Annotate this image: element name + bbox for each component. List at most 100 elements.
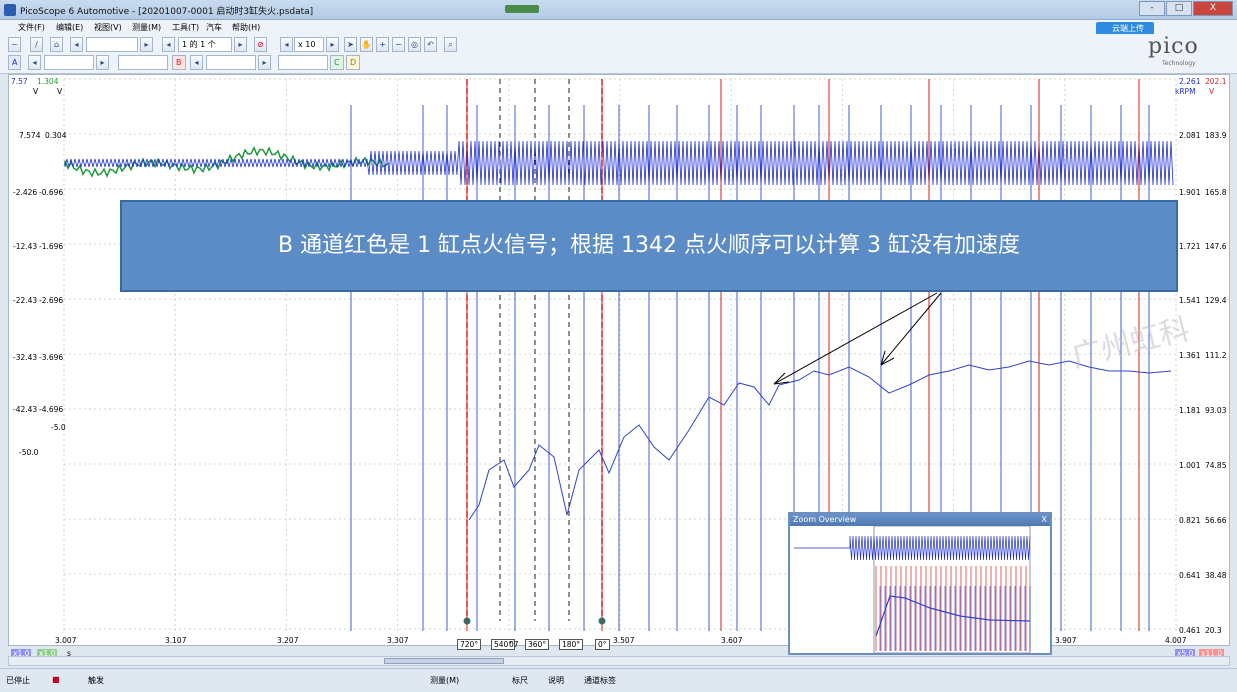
zoom-fit-icon[interactable]: ◎ (408, 37, 421, 52)
zoom-next-icon[interactable]: ▸ (326, 37, 339, 52)
menu-view[interactable]: 视图(V) (94, 22, 122, 33)
home-icon[interactable]: ⌂ (50, 37, 63, 52)
channel-c-trace (64, 146, 390, 178)
zoom-prev-icon[interactable]: ◂ (280, 37, 293, 52)
next-arrow-icon[interactable]: ▸ (140, 37, 153, 52)
right-unit-a: kRPM (1175, 87, 1196, 96)
close-icon[interactable]: X (1042, 514, 1047, 526)
menu-help[interactable]: 帮助(H) (232, 22, 260, 33)
ruler-overlap-text: 07 (509, 640, 519, 649)
right-tick-v: 111.2 (1205, 351, 1227, 360)
ruler-label-0[interactable]: 0° (595, 639, 610, 650)
wave-icon[interactable]: ~ (8, 37, 21, 52)
left-unit-b: V (57, 87, 63, 96)
minimize-button[interactable]: - (1139, 1, 1165, 16)
right-tick-v: 20.3 (1205, 626, 1222, 635)
zoom-overview-plot[interactable] (790, 525, 1050, 654)
zoom-overview-window[interactable]: Zoom Overview X (788, 512, 1052, 655)
right-axis-b-top: 202.1 (1205, 77, 1227, 86)
stop-button[interactable]: ■ (52, 675, 60, 684)
left-axis-a-top: 7.57 (11, 77, 28, 86)
left-axis-b-top: 1.304 (37, 77, 59, 86)
logo-text: pico (1148, 34, 1199, 59)
menu-edit[interactable]: 编辑(E) (56, 22, 83, 33)
zoom-factor: x 10 (294, 37, 324, 52)
left-tick-extra: -50.0 (19, 448, 39, 457)
ch-a-next-icon[interactable]: ▸ (96, 55, 109, 70)
right-tick-v: 38.48 (1205, 571, 1227, 580)
channel-labels-label[interactable]: 通道标签 (584, 675, 616, 686)
scrollbar-thumb[interactable] (384, 658, 504, 664)
pointer-icon[interactable]: ➤ (344, 37, 357, 52)
channel-a-button[interactable]: A (8, 55, 22, 70)
menu-auto[interactable]: 汽车 (206, 22, 222, 33)
probe-icon[interactable]: / (30, 37, 43, 52)
ch-b-prev-icon[interactable]: ◂ (190, 55, 203, 70)
left-tick-a: -42.43 (13, 405, 38, 414)
buffer-prev-icon[interactable]: ◂ (162, 37, 175, 52)
ruler-label-180[interactable]: 180° (559, 639, 584, 650)
left-tick-extra: -5.0 (51, 423, 66, 432)
zoom-in-icon[interactable]: + (376, 37, 389, 52)
right-tick-v: 93.03 (1205, 406, 1227, 415)
menu-measure[interactable]: 测量(M) (132, 22, 161, 33)
menu-file[interactable]: 文件(F) (18, 22, 45, 33)
left-tick-b: -2.696 (39, 296, 64, 305)
channel-d-button[interactable]: D (346, 55, 361, 70)
ch-b-coupling[interactable] (278, 55, 328, 70)
timebase-select[interactable] (86, 37, 138, 52)
x-tick: 3.007 (55, 636, 77, 645)
close-button[interactable]: X (1193, 1, 1233, 16)
right-tick-rpm: 1.001 (1179, 461, 1201, 470)
ch-a-prev-icon[interactable]: ◂ (28, 55, 41, 70)
undo-zoom-icon[interactable]: ↶ (424, 37, 437, 52)
annotation-callout: B 通道红色是 1 缸点火信号；根据 1342 点火顺序可以计算 3 缸没有加速… (120, 200, 1178, 292)
zoom-overview-icon[interactable]: ⌕ (444, 37, 457, 52)
toolbar: ~ / ⌂ ◂ ▸ ◂ 1 的 1 个 ▸ ⊘ ◂ x 10 ▸ ➤ ✋ + −… (0, 34, 1237, 74)
x-tick: 3.907 (1055, 636, 1077, 645)
zoom-rpm-trace (875, 595, 1031, 637)
ch-a-coupling[interactable] (118, 55, 168, 70)
left-tick-b: -3.696 (39, 353, 64, 362)
trigger-label[interactable]: 触发 (88, 675, 104, 686)
hand-icon[interactable]: ✋ (360, 37, 373, 52)
left-tick-a: 7.574 (19, 131, 41, 140)
pico-logo: pico Technology (1148, 34, 1199, 67)
ruler-label-360[interactable]: 360° (525, 639, 550, 650)
left-tick-b: -4.696 (39, 405, 64, 414)
ruler-label-720[interactable]: 720° (457, 639, 482, 650)
right-tick-v: 165.8 (1205, 188, 1227, 197)
right-tick-v: 147.6 (1205, 242, 1227, 251)
horizontal-scrollbar[interactable] (8, 656, 1230, 666)
right-tick-rpm: 0.821 (1179, 516, 1201, 525)
measure-label[interactable]: 测量(M) (430, 675, 459, 686)
right-tick-v: 183.9 (1205, 131, 1227, 140)
x-tick: 3.607 (721, 636, 743, 645)
right-tick-v: 56.66 (1205, 516, 1227, 525)
stop-icon[interactable]: ⊘ (254, 37, 267, 52)
ruler-label[interactable]: 标尺 (512, 675, 528, 686)
notes-label[interactable]: 说明 (548, 675, 564, 686)
ch-a-range[interactable] (44, 55, 94, 70)
zoom-out-icon[interactable]: − (392, 37, 405, 52)
left-tick-b: -0.696 (39, 188, 64, 197)
zoom-overview-header[interactable]: Zoom Overview X (790, 514, 1050, 526)
left-tick-b: -1.696 (39, 242, 64, 251)
stopped-label: 已停止 (6, 676, 30, 685)
buffer-next-icon[interactable]: ▸ (234, 37, 247, 52)
ch-b-range[interactable] (206, 55, 256, 70)
title-bar: PicoScope 6 Automotive - [20201007-0001 … (0, 0, 1237, 20)
ch-b-next-icon[interactable]: ▸ (258, 55, 271, 70)
status-bar: 已停止 ■ 触发 测量(M) 标尺 说明 通道标签 (0, 668, 1237, 692)
right-tick-rpm: 0.641 (1179, 571, 1201, 580)
channel-c-button[interactable]: C (330, 55, 344, 70)
right-axis-a-top: 2.261 (1179, 77, 1201, 86)
maximize-button[interactable]: □ (1166, 1, 1192, 16)
right-tick-rpm: 0.461 (1179, 626, 1201, 635)
prev-arrow-icon[interactable]: ◂ (70, 37, 83, 52)
buffer-label: 1 的 1 个 (178, 37, 232, 52)
menu-tools[interactable]: 工具(T) (172, 22, 199, 33)
left-tick-a: -32.43 (13, 353, 38, 362)
channel-b-button[interactable]: B (172, 55, 186, 70)
right-tick-rpm: 1.181 (1179, 406, 1201, 415)
